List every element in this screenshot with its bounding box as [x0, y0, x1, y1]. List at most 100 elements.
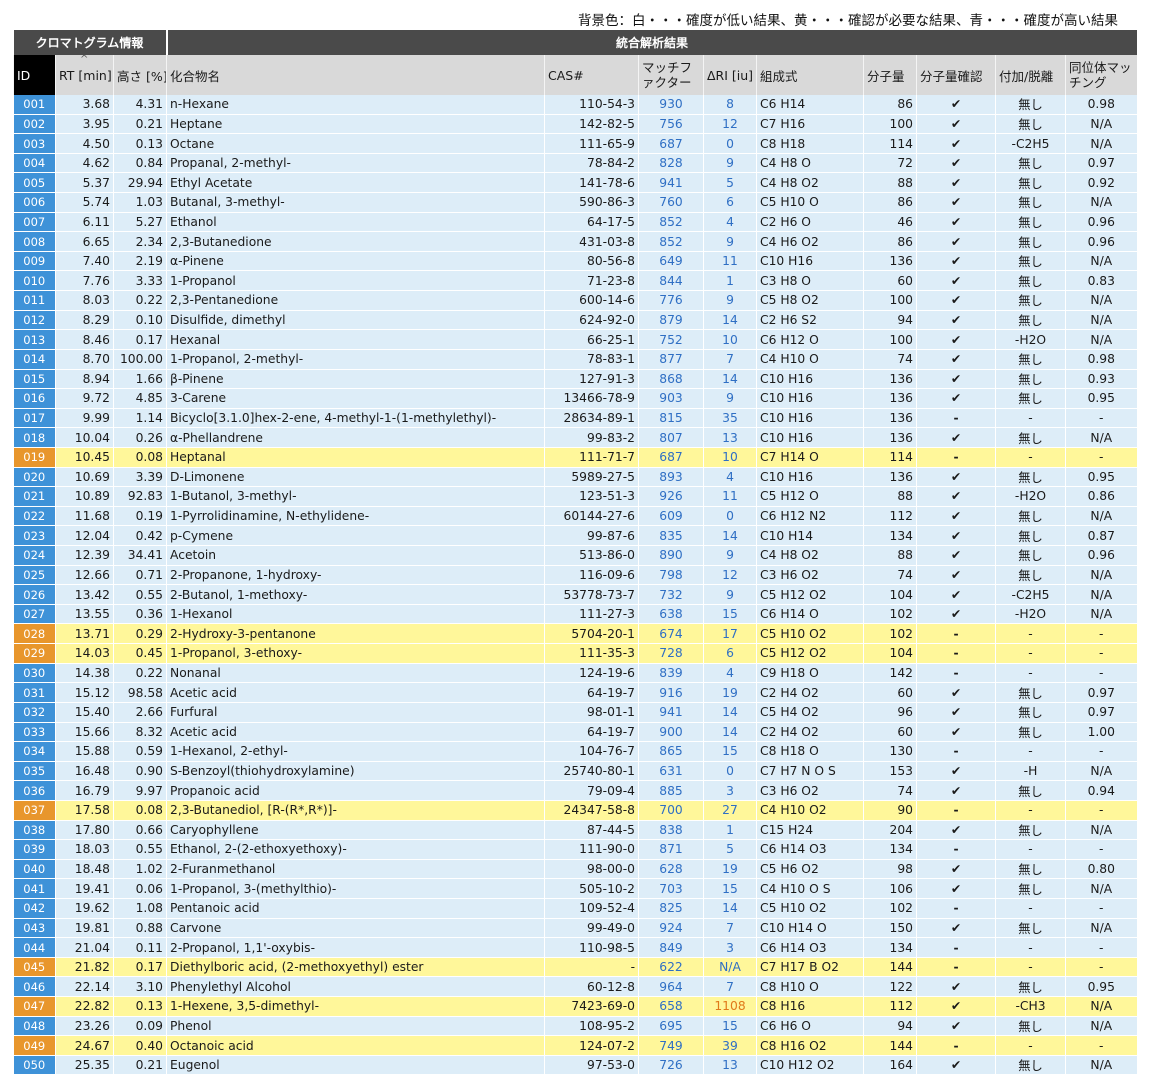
- table-row[interactable]: 010 7.76 3.33 1-Propanol 71-23-8 844 1 C3 H8 O6…: [13, 270, 1137, 292]
- table-row[interactable]: 017 9.99 1.14 Bicyclo[3.1.0]hex-2-ene, 4-me…: [13, 408, 1137, 429]
- table-row[interactable]: 031 15.12 98.58 Acetic acid 64-19-7 916 19 C2 H…: [13, 682, 1137, 703]
- mw-check-cell: ✔: [916, 349, 996, 370]
- formula-cell: C2 H4 O2: [756, 722, 864, 743]
- adduct-cell: -H: [995, 761, 1066, 782]
- table-row[interactable]: 043 19.81 0.88 Carvone 99-49-0 924 7 C10 H14 O1…: [13, 918, 1137, 939]
- table-row[interactable]: 038 17.80 0.66 Caryophyllene 87-44-5 838 1 C15 …: [13, 820, 1137, 841]
- rt-cell: 8.70: [55, 349, 114, 370]
- formula-cell: C5 H10 O2: [756, 898, 864, 919]
- isotope-cell: N/A: [1064, 506, 1137, 527]
- mw-cell: 74: [863, 565, 917, 586]
- mw-check-cell: -: [916, 643, 996, 664]
- table-row[interactable]: 006 5.74 1.03 Butanal, 3-methyl- 590-86-3 760…: [13, 192, 1137, 213]
- rt-cell: 12.39: [55, 545, 114, 566]
- isotope-cell: N/A: [1064, 329, 1137, 350]
- table-row[interactable]: 001 3.68 4.31 n-Hexane 110-54-3 930 8 C6 H14 86 ✔…: [13, 95, 1137, 115]
- isotope-cell: 0.87: [1064, 525, 1137, 547]
- compound-name-cell: Bicyclo[3.1.0]hex-2-ene, 4-methyl-1-(1-m…: [166, 408, 545, 429]
- delta-ri-cell: 10: [703, 329, 757, 350]
- table-row[interactable]: 020 10.69 3.39 D-Limonene 5989-27-5 893 4 C10 H…: [13, 467, 1137, 488]
- table-row[interactable]: 040 18.48 1.02 2-Furanmethanol 98-00-0 628 19 C…: [13, 859, 1137, 880]
- isotope-cell: N/A: [1064, 1016, 1137, 1037]
- table-row[interactable]: 008 6.65 2.34 2,3-Butanedione 431-03-8 852 9 C4…: [13, 231, 1137, 252]
- table-row[interactable]: 024 12.39 34.41 Acetoin 513-86-0 890 9 C4 H8 O2…: [13, 545, 1137, 566]
- table-row[interactable]: 014 8.70 100.00 1-Propanol, 2-methyl- 78-83-…: [13, 349, 1137, 370]
- table-row[interactable]: 012 8.29 0.10 Disulfide, dimethyl 624-92-0 87…: [13, 310, 1137, 331]
- col-header-isotope[interactable]: 同位体マッチング: [1064, 55, 1137, 95]
- table-row[interactable]: 025 12.66 0.71 2-Propanone, 1-hydroxy- 116-0…: [13, 565, 1137, 586]
- adduct-cell: 無し: [995, 388, 1066, 409]
- height-cell: 0.09: [113, 1016, 167, 1037]
- table-row[interactable]: 036 16.79 9.97 Propanoic acid 79-09-4 885 3 C3 …: [13, 780, 1137, 801]
- table-row[interactable]: 005 5.37 29.94 Ethyl Acetate 141-78-6 941 5 C4 …: [13, 172, 1137, 194]
- mw-cell: 136: [863, 388, 917, 409]
- table-row[interactable]: 004 4.62 0.84 Propanal, 2-methyl- 78-84-2 828…: [13, 153, 1137, 174]
- table-row[interactable]: 035 16.48 0.90 S-Benzoyl(thiohydroxylamine)…: [13, 761, 1137, 782]
- formula-cell: C6 H6 O: [756, 1016, 864, 1037]
- col-header-mw[interactable]: 分子量: [863, 55, 917, 95]
- col-header-formula[interactable]: 組成式: [756, 55, 864, 95]
- table-row[interactable]: 028 13.71 0.29 2-Hydroxy-3-pentanone 5704-20…: [13, 623, 1137, 645]
- table-row[interactable]: 029 14.03 0.45 1-Propanol, 3-ethoxy- 111-35-…: [13, 643, 1137, 664]
- isotope-cell: N/A: [1064, 114, 1137, 135]
- table-row[interactable]: 048 23.26 0.09 Phenol 108-95-2 695 15 C6 H6 O 94…: [13, 1016, 1137, 1037]
- table-row[interactable]: 026 13.42 0.55 2-Butanol, 1-methoxy- 53778-7…: [13, 584, 1137, 605]
- table-row[interactable]: 044 21.04 0.11 2-Propanol, 1,1'-oxybis- 110-…: [13, 937, 1137, 958]
- col-header-cas[interactable]: CAS#: [544, 55, 639, 95]
- cas-cell: 110-98-5: [544, 937, 639, 958]
- isotope-cell: N/A: [1064, 918, 1137, 939]
- formula-cell: C7 H7 N O S: [756, 761, 864, 782]
- match-factor-cell: 687: [638, 133, 704, 154]
- col-header-id[interactable]: ID: [13, 55, 56, 95]
- formula-cell: C5 H12 O: [756, 486, 864, 507]
- table-row[interactable]: 047 22.82 0.13 1-Hexene, 3,5-dimethyl- 7423-…: [13, 996, 1137, 1017]
- table-row[interactable]: 009 7.40 2.19 α-Pinene 80-56-8 649 11 C10 H16 13…: [13, 251, 1137, 272]
- table-row[interactable]: 021 10.89 92.83 1-Butanol, 3-methyl- 123-51-…: [13, 486, 1137, 507]
- table-row[interactable]: 032 15.40 2.66 Furfural 98-01-1 941 14 C5 H4 O2…: [13, 702, 1137, 723]
- table-row[interactable]: 011 8.03 0.22 2,3-Pentanedione 600-14-6 776 9 C…: [13, 290, 1137, 311]
- col-header-height[interactable]: 高さ [%]: [113, 55, 167, 95]
- adduct-cell: -: [995, 800, 1066, 821]
- table-row[interactable]: 027 13.55 0.36 1-Hexanol 111-27-3 638 15 C6 H14…: [13, 604, 1137, 625]
- table-row[interactable]: 013 8.46 0.17 Hexanal 66-25-1 752 10 C6 H12 O 10…: [13, 329, 1137, 350]
- table-row[interactable]: 046 22.14 3.10 Phenylethyl Alcohol 60-12-8 96…: [13, 976, 1137, 998]
- row-id-cell: 045: [13, 957, 56, 978]
- formula-cell: C10 H12 O2: [756, 1055, 864, 1075]
- column-header-row: ID ^ RT [min] 高さ [%] 化合物名 CAS# マッチファクター Δ…: [13, 55, 1137, 95]
- table-row[interactable]: 002 3.95 0.21 Heptane 142-82-5 756 12 C7 H16 100…: [13, 114, 1137, 135]
- table-row[interactable]: 050 25.35 0.21 Eugenol 97-53-0 726 13 C10 H12 O…: [13, 1055, 1137, 1075]
- table-row[interactable]: 045 21.82 0.17 Diethylboric acid, (2-methox…: [13, 957, 1137, 978]
- table-row[interactable]: 023 12.04 0.42 p-Cymene 99-87-6 835 14 C10 H14 1…: [13, 525, 1137, 547]
- row-id-cell: 012: [13, 310, 56, 331]
- table-row[interactable]: 034 15.88 0.59 1-Hexanol, 2-ethyl- 104-76-7 8…: [13, 741, 1137, 762]
- col-header-delta-ri[interactable]: ΔRI [iu]: [703, 55, 757, 95]
- col-header-mw-check[interactable]: 分子量確認: [916, 55, 996, 95]
- table-row[interactable]: 019 10.45 0.08 Heptanal 111-71-7 687 10 C7 H14 …: [13, 447, 1137, 468]
- adduct-cell: 無し: [995, 820, 1066, 841]
- delta-ri-cell: 4: [703, 663, 757, 684]
- col-header-match-factor[interactable]: マッチファクター: [638, 55, 704, 95]
- col-header-rt[interactable]: ^ RT [min]: [55, 55, 114, 95]
- isotope-cell: -: [1064, 643, 1137, 664]
- mw-check-cell: ✔: [916, 682, 996, 703]
- table-row[interactable]: 015 8.94 1.66 β-Pinene 127-91-3 868 14 C10 H16 1…: [13, 369, 1137, 390]
- table-row[interactable]: 022 11.68 0.19 1-Pyrrolidinamine, N-ethylid…: [13, 506, 1137, 527]
- table-row[interactable]: 041 19.41 0.06 1-Propanol, 3-(methylthio)- 5…: [13, 878, 1137, 899]
- table-row[interactable]: 042 19.62 1.08 Pentanoic acid 109-52-4 825 14 C…: [13, 898, 1137, 919]
- table-row[interactable]: 037 17.58 0.08 2,3-Butanediol, [R-(R*,R*)]-…: [13, 800, 1137, 821]
- table-row[interactable]: 018 10.04 0.26 α-Phellandrene 99-83-2 807 13 C1…: [13, 427, 1137, 448]
- table-row[interactable]: 016 9.72 4.85 3-Carene 13466-78-9 903 9 C10 H16…: [13, 388, 1137, 409]
- isotope-cell: -: [1064, 937, 1137, 958]
- delta-ri-cell: 10: [703, 447, 757, 468]
- compound-name-cell: Ethanol: [166, 212, 545, 233]
- row-id-cell: 022: [13, 506, 56, 527]
- mw-cell: 153: [863, 761, 917, 782]
- table-row[interactable]: 007 6.11 5.27 Ethanol 64-17-5 852 4 C2 H6 O 46 ✔ 無…: [13, 212, 1137, 233]
- table-row[interactable]: 033 15.66 8.32 Acetic acid 64-19-7 900 14 C2 H4…: [13, 722, 1137, 743]
- table-row[interactable]: 030 14.38 0.22 Nonanal 124-19-6 839 4 C9 H18 O1…: [13, 663, 1137, 684]
- col-header-compound[interactable]: 化合物名: [166, 55, 545, 95]
- table-row[interactable]: 039 18.03 0.55 Ethanol, 2-(2-ethoxyethoxy)-…: [13, 839, 1137, 860]
- table-row[interactable]: 003 4.50 0.13 Octane 111-65-9 687 0 C8 H18 114 ✔ -…: [13, 133, 1137, 154]
- col-header-adduct[interactable]: 付加/脱離: [995, 55, 1066, 95]
- height-cell: 0.17: [113, 329, 167, 350]
